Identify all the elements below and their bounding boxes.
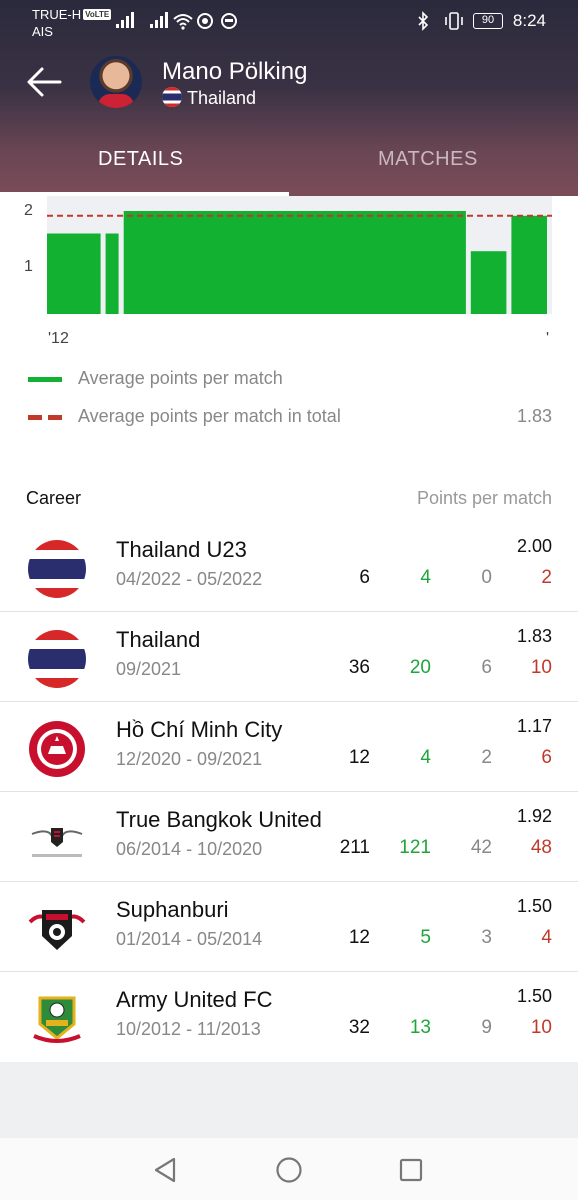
coach-avatar [90, 56, 142, 108]
career-row[interactable]: True Bangkok United 06/2014 - 10/2020 1.… [0, 792, 578, 882]
chart-bar [511, 215, 547, 314]
team-name: Suphanburi [116, 897, 229, 922]
draws-count: 2 [481, 747, 492, 768]
career-row[interactable]: Thailand U23 04/2022 - 05/2022 2.00 6 4 … [0, 522, 578, 612]
legend-dashed-swatch [28, 415, 62, 420]
x-tick-label-start: '12 [48, 330, 69, 347]
coach-name: Mano Pölking [162, 58, 308, 85]
bluetooth-icon [418, 11, 429, 31]
ho-chi-minh-city-crest-icon [29, 721, 85, 777]
back-triangle-icon[interactable] [152, 1156, 178, 1184]
carrier-label: TRUE-H VoLTE [32, 7, 112, 22]
signal-icon [116, 12, 134, 28]
clock: 8:24 [512, 11, 546, 30]
recents-square-icon[interactable] [398, 1157, 424, 1183]
career-column-label: Points per match [416, 488, 552, 508]
legend-label: Average points per match in total [78, 406, 341, 426]
chart-bar [470, 251, 507, 314]
draws-count: 0 [481, 567, 492, 588]
matches-count: 6 [359, 567, 370, 588]
points-chart: 2 1 '12 ' [0, 196, 578, 356]
losses-count: 2 [541, 567, 552, 588]
points-per-match: 1.50 [516, 896, 552, 916]
tab-matches[interactable]: MATCHES [378, 148, 478, 171]
career-row[interactable]: Army United FC 10/2012 - 11/2013 1.50 32… [0, 972, 578, 1062]
thailand-flag-icon [28, 630, 86, 688]
wins-count: 5 [420, 927, 431, 948]
app-notification-icon [221, 13, 237, 29]
suphanburi-crest-icon [28, 910, 86, 950]
team-name: True Bangkok United [116, 807, 322, 832]
matches-count: 211 [339, 837, 370, 858]
wins-count: 4 [420, 747, 431, 768]
hotspot-icon [197, 13, 213, 29]
chart-bar [105, 233, 119, 314]
matches-count: 12 [348, 927, 370, 948]
legend-solid-swatch [28, 377, 62, 382]
carrier-name: TRUE-H [32, 7, 82, 22]
legend-total-value: 1.83 [516, 406, 552, 426]
status-bar: TRUE-H VoLTE AIS 90 8:24 [0, 0, 578, 44]
volte-badge: VoLTE [83, 9, 112, 20]
losses-count: 10 [530, 1017, 552, 1038]
points-per-match: 2.00 [516, 536, 552, 556]
losses-count: 10 [530, 657, 552, 678]
chart-bar [123, 211, 466, 314]
carrier-label-2: AIS [32, 24, 53, 39]
header: TRUE-H VoLTE AIS 90 8:24 Mano Pölking Th… [0, 0, 578, 196]
legend-item-total: Average points per match in total 1.83 [28, 402, 552, 432]
army-united-crest-icon [33, 996, 81, 1043]
career-row[interactable]: Hồ Chí Minh City 12/2020 - 09/2021 1.17 … [0, 702, 578, 792]
career-heading: Career [26, 488, 82, 508]
draws-count: 9 [481, 1017, 492, 1038]
bangkok-united-crest-icon [31, 828, 83, 857]
losses-count: 6 [541, 747, 552, 768]
team-name: Hồ Chí Minh City [116, 717, 283, 742]
back-arrow-icon[interactable] [24, 62, 64, 102]
thailand-flag-icon [28, 540, 86, 598]
system-nav-bar [0, 1138, 578, 1200]
matches-count: 36 [348, 657, 370, 678]
tab-details[interactable]: DETAILS [98, 148, 183, 171]
points-per-match: 1.92 [516, 806, 552, 826]
thailand-flag-icon [162, 87, 182, 107]
career-row[interactable]: Suphanburi 01/2014 - 05/2014 1.50 12 5 3… [0, 882, 578, 972]
team-period: 09/2021 [116, 659, 182, 679]
signal-icon-2 [150, 12, 168, 28]
team-name: Thailand [116, 627, 201, 652]
losses-count: 48 [530, 837, 552, 858]
wins-count: 20 [409, 657, 431, 678]
team-period: 06/2014 - 10/2020 [116, 839, 263, 859]
coach-country: Thailand [187, 88, 257, 108]
losses-count: 4 [541, 927, 552, 948]
team-period: 04/2022 - 05/2022 [116, 569, 263, 589]
points-per-match: 1.83 [516, 626, 552, 646]
home-circle-icon[interactable] [275, 1156, 303, 1184]
draws-count: 6 [481, 657, 492, 678]
matches-count: 12 [348, 747, 370, 768]
team-name: Thailand U23 [116, 537, 247, 562]
draws-count: 3 [481, 927, 492, 948]
chart-plot [47, 196, 552, 314]
matches-count: 32 [348, 1017, 370, 1038]
points-per-match: 1.50 [516, 986, 552, 1006]
wins-count: 4 [420, 567, 431, 588]
wifi-icon [173, 14, 193, 30]
wins-count: 13 [409, 1017, 431, 1038]
draws-count: 42 [470, 837, 492, 858]
team-period: 10/2012 - 11/2013 [116, 1019, 261, 1039]
legend-item-average: Average points per match [28, 364, 552, 394]
vibrate-icon [445, 12, 463, 30]
list-footer-space [0, 1062, 578, 1138]
wins-count: 121 [399, 837, 431, 858]
legend-label: Average points per match [78, 368, 283, 388]
team-name: Army United FC [116, 987, 273, 1012]
team-period: 01/2014 - 05/2014 [116, 929, 263, 949]
battery-icon: 90 [473, 13, 503, 29]
x-tick-label-end: ' [546, 330, 550, 347]
team-period: 12/2020 - 09/2021 [116, 749, 263, 769]
chart-bar [47, 233, 101, 314]
points-per-match: 1.17 [516, 716, 552, 736]
career-row[interactable]: Thailand 09/2021 1.83 36 20 6 10 [0, 612, 578, 702]
